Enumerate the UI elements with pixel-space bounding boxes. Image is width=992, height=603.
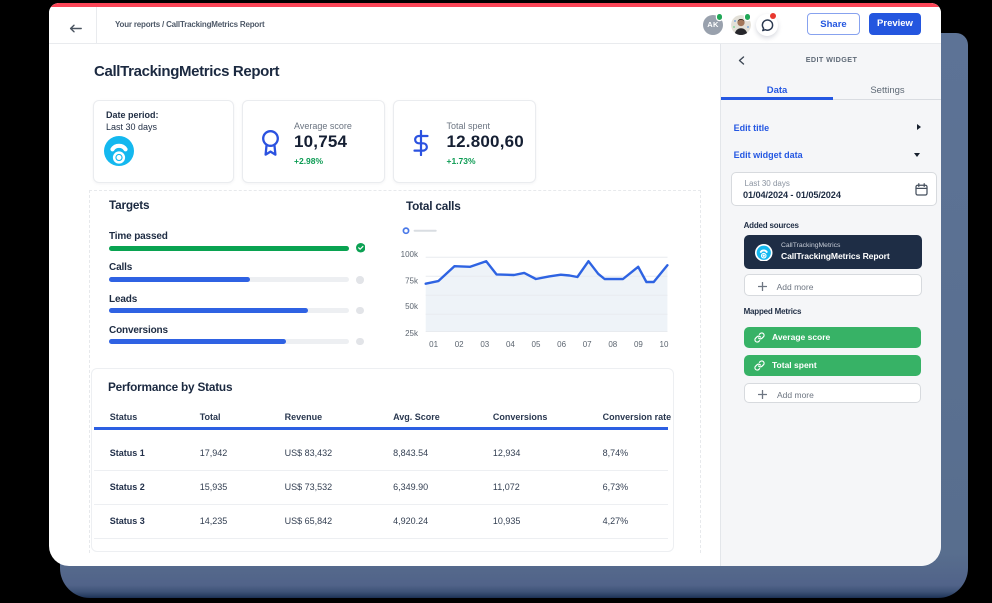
svg-text:10: 10 [660,340,669,349]
svg-text:75k: 75k [405,277,419,286]
svg-text:08: 08 [608,340,617,349]
svg-text:06: 06 [557,340,566,349]
svg-text:100k: 100k [401,250,419,259]
svg-text:02: 02 [455,340,464,349]
svg-text:50k: 50k [405,302,419,311]
svg-text:01: 01 [429,340,438,349]
svg-text:25k: 25k [405,329,419,338]
svg-text:04: 04 [506,340,515,349]
svg-text:05: 05 [532,340,541,349]
svg-text:03: 03 [480,340,489,349]
svg-text:07: 07 [583,340,592,349]
svg-text:09: 09 [634,340,643,349]
